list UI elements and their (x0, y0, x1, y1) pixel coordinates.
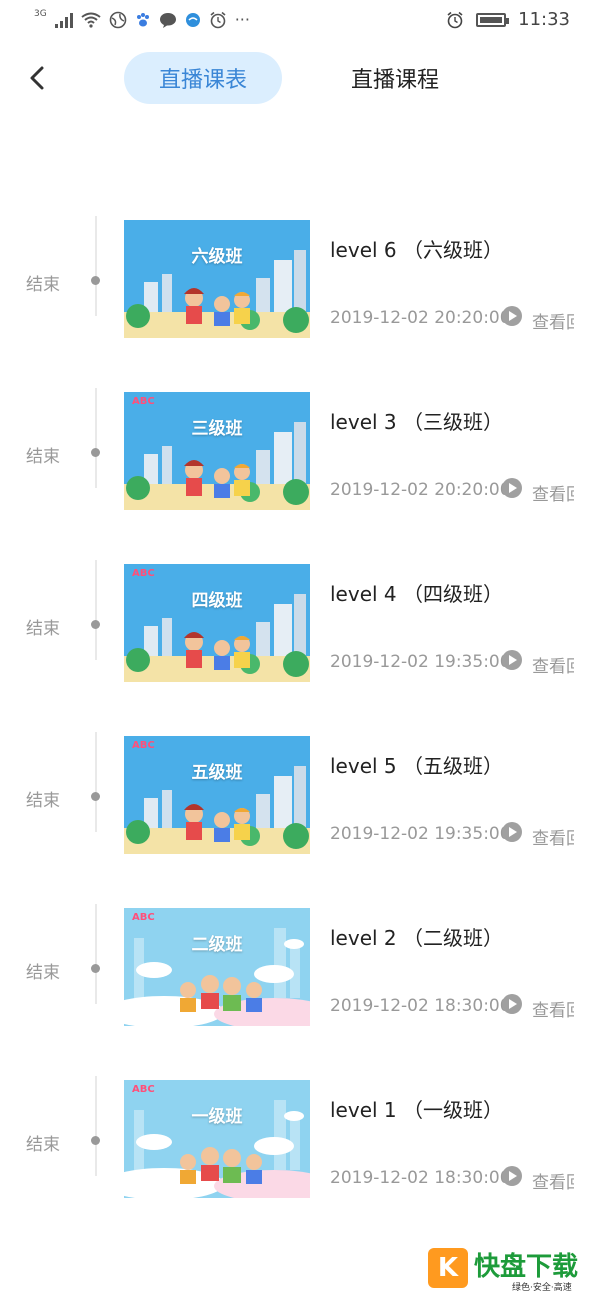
timeline-line (95, 560, 97, 660)
view-replay-link[interactable]: 查看回放 (532, 1168, 574, 1193)
play-icon[interactable] (502, 478, 522, 498)
status-label: 结束 (26, 963, 60, 983)
wifi-icon (81, 12, 101, 28)
view-replay-link[interactable]: 查看回放 (532, 996, 574, 1021)
clock: 11:33 (518, 9, 570, 30)
more-notifications-icon: ··· (234, 10, 250, 29)
view-replay-link[interactable]: 查看回放 (532, 480, 574, 505)
course-thumbnail[interactable]: ABC 三级班 (124, 392, 310, 510)
course-title: level 2 （二级班） (330, 926, 503, 950)
timeline-line (95, 388, 97, 488)
course-title: level 3 （三级班） (330, 410, 503, 434)
signal-icon (54, 12, 73, 28)
view-replay-link[interactable]: 查看回放 (532, 824, 574, 849)
course-title: level 6 （六级班） (330, 238, 503, 262)
list-item[interactable]: 结束 ABC 一级班 level 1 （一级班） 2019-12-02 18:3… (0, 1060, 600, 1232)
course-thumbnail[interactable]: ABC 四级班 (124, 564, 310, 682)
course-datetime: 2019-12-02 19:35:00 (330, 824, 511, 844)
network-type: 3G (34, 8, 47, 19)
status-bar: 3G ··· 11:33 (0, 0, 600, 42)
thumbnail-title: 二级班 (191, 935, 243, 955)
watermark-logo-icon: K (428, 1248, 468, 1288)
thumbnail-title: 六级班 (191, 247, 243, 267)
tab-live-schedule[interactable]: 直播课表 (124, 52, 282, 104)
course-datetime: 2019-12-02 18:30:00 (330, 996, 511, 1016)
battery-icon (476, 12, 510, 27)
timeline-line (95, 904, 97, 1004)
browser-icon (185, 12, 200, 27)
thumbnail-title: 三级班 (191, 419, 243, 439)
status-label: 结束 (26, 1135, 60, 1155)
course-title: level 4 （四级班） (330, 582, 503, 606)
thumbnail-title: 四级班 (191, 591, 243, 611)
status-label: 结束 (26, 447, 60, 467)
course-thumbnail[interactable]: ABC 二级班 (124, 908, 310, 1026)
play-icon[interactable] (502, 650, 522, 670)
timeline-line (95, 732, 97, 832)
list-item[interactable]: 结束 ABC 五级班 level 5 （五级班） 2019-12-02 19:3… (0, 716, 600, 888)
watermark: K 快盘下载 绿色·安全·高速 (428, 1248, 598, 1293)
course-list: 结束 六级班 level 6 （六级班） 2019-12-02 20:20:00… (0, 200, 600, 1232)
abc-logo: ABC (132, 568, 155, 579)
status-label: 结束 (26, 791, 60, 811)
status-right: 11:33 (446, 9, 570, 30)
view-replay-link[interactable]: 查看回放 (532, 308, 574, 333)
timeline-dot (91, 620, 100, 629)
watermark-tagline: 绿色·安全·高速 (512, 1283, 572, 1293)
timeline-dot (91, 792, 100, 801)
timeline-dot (91, 448, 100, 457)
course-datetime: 2019-12-02 20:20:00 (330, 480, 511, 500)
alarm-icon (447, 11, 463, 28)
list-item[interactable]: 结束 ABC 二级班 level 2 （二级班） 2019-12-02 18:3… (0, 888, 600, 1060)
course-title: level 1 （一级班） (330, 1098, 503, 1122)
city-illustration (124, 220, 310, 338)
timeline-line (95, 216, 97, 316)
course-datetime: 2019-12-02 19:35:00 (330, 652, 511, 672)
kids-illustration (124, 1080, 310, 1198)
top-nav: 直播课表 直播课程 (0, 50, 600, 108)
alarm-icon (210, 11, 226, 28)
play-icon[interactable] (502, 1166, 522, 1186)
play-icon[interactable] (502, 822, 522, 842)
paw-icon (136, 12, 149, 26)
watermark-name: 快盘下载 (474, 1252, 579, 1282)
course-datetime: 2019-12-02 20:20:00 (330, 308, 511, 328)
play-icon[interactable] (502, 306, 522, 326)
abc-logo: ABC (132, 912, 155, 923)
course-thumbnail[interactable]: ABC 一级班 (124, 1080, 310, 1198)
thumbnail-title: 一级班 (191, 1107, 243, 1127)
status-label: 结束 (26, 619, 60, 639)
abc-logo: ABC (132, 740, 155, 751)
view-replay-link[interactable]: 查看回放 (532, 652, 574, 677)
course-thumbnail[interactable]: ABC 五级班 (124, 736, 310, 854)
list-item[interactable]: 结束 ABC 四级班 level 4 （四级班） 2019-12-02 19:3… (0, 544, 600, 716)
kids-illustration (124, 908, 310, 1026)
tab-live-courses[interactable]: 直播课程 (330, 52, 460, 104)
timeline-dot (91, 964, 100, 973)
chat-icon (159, 12, 176, 28)
play-icon[interactable] (502, 994, 522, 1014)
city-illustration (124, 392, 310, 510)
timeline-line (95, 1076, 97, 1176)
back-arrow-icon[interactable] (24, 64, 52, 92)
timeline-dot (91, 1136, 100, 1145)
thumbnail-title: 五级班 (191, 763, 243, 783)
list-item[interactable]: 结束 六级班 level 6 （六级班） 2019-12-02 20:20:00… (0, 200, 600, 372)
status-left: 3G ··· (34, 8, 250, 30)
city-illustration (124, 736, 310, 854)
course-thumbnail[interactable]: 六级班 (124, 220, 310, 338)
status-label: 结束 (26, 275, 60, 295)
timeline-dot (91, 276, 100, 285)
list-item[interactable]: 结束 ABC 三级班 level 3 （三级班） 2019-12-02 20:2… (0, 372, 600, 544)
course-datetime: 2019-12-02 18:30:00 (330, 1168, 511, 1188)
globe-icon (109, 11, 127, 28)
city-illustration (124, 564, 310, 682)
course-title: level 5 （五级班） (330, 754, 503, 778)
abc-logo: ABC (132, 1084, 155, 1095)
abc-logo: ABC (132, 396, 155, 407)
